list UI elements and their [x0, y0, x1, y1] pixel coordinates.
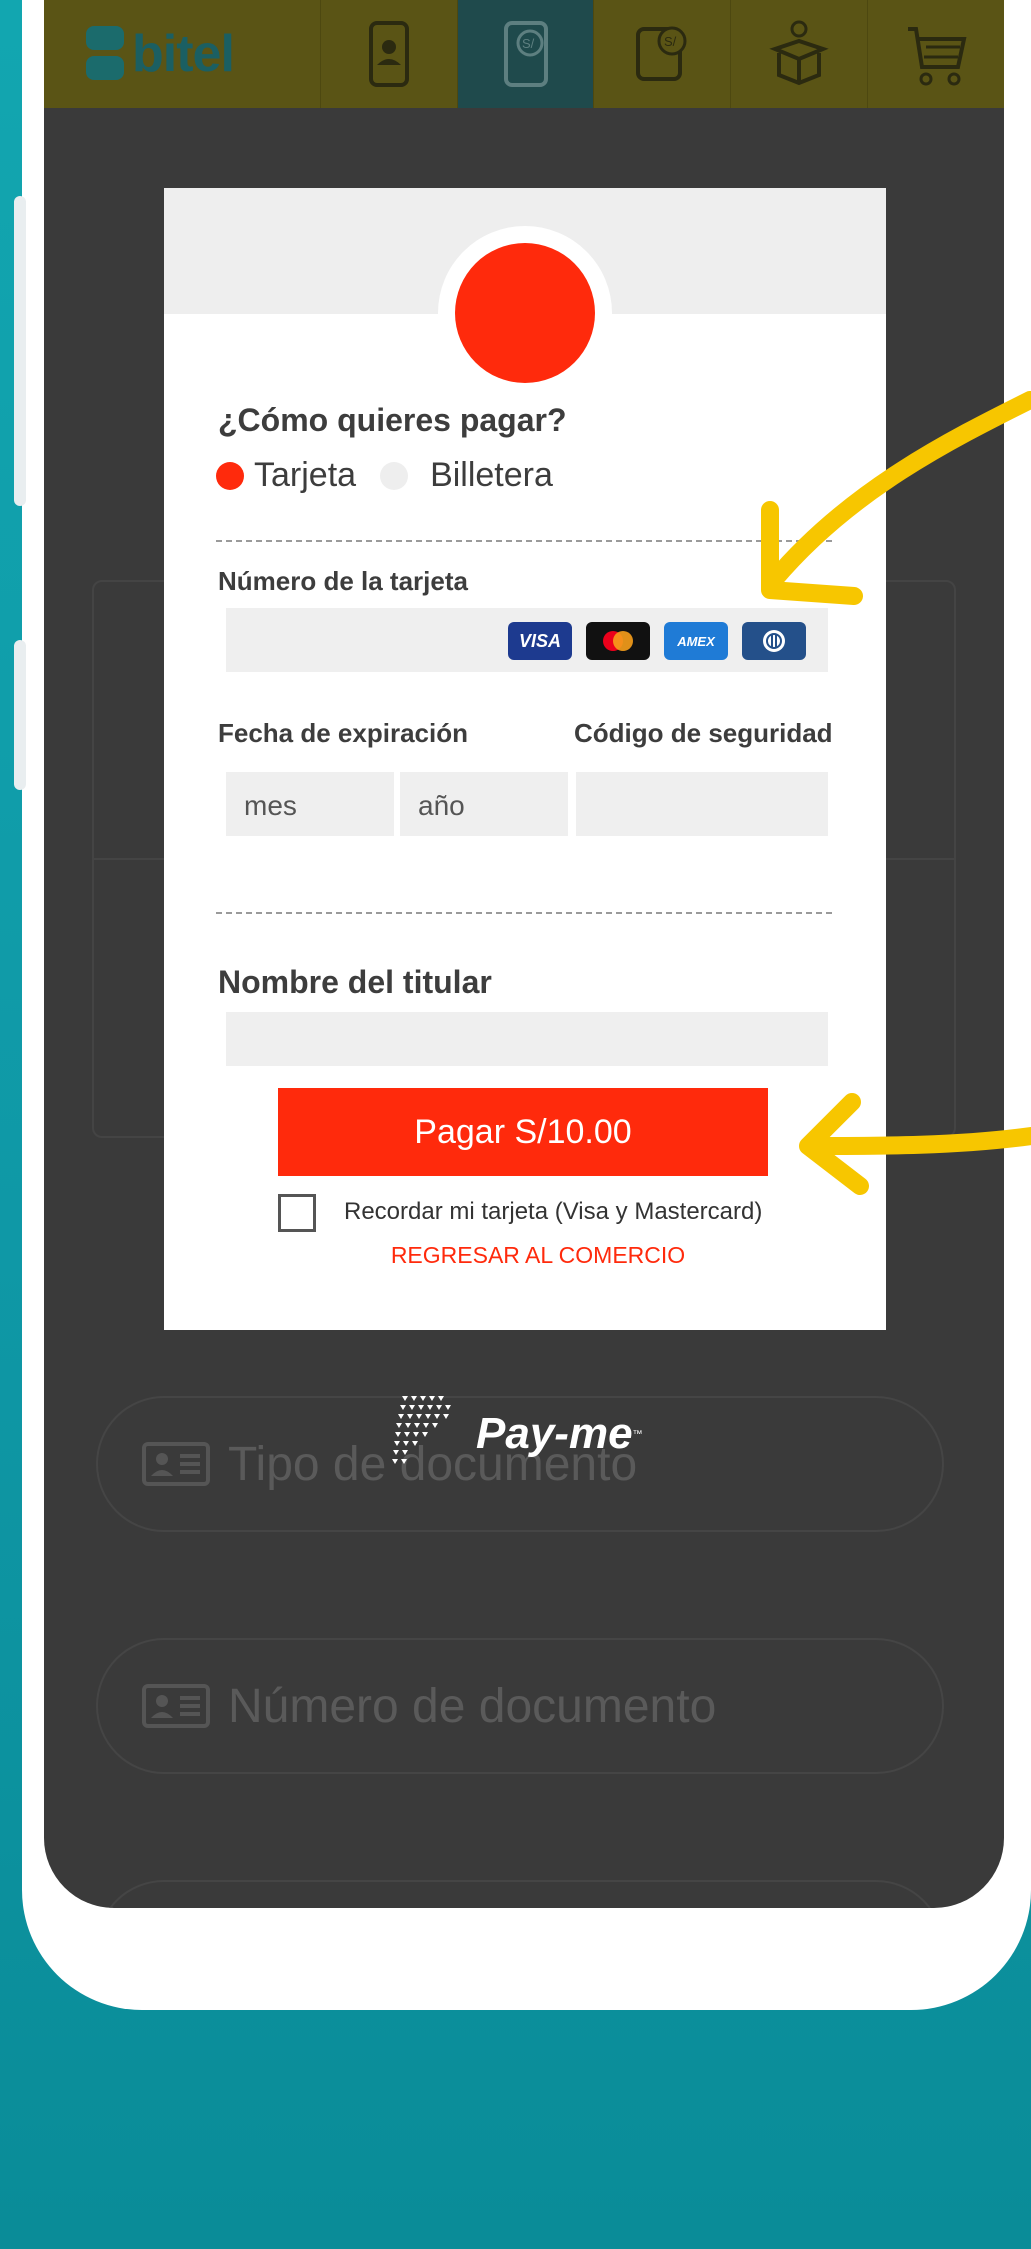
mastercard-logo-icon: [586, 622, 650, 660]
nav-tab-shopping-cart[interactable]: [867, 0, 1004, 108]
payment-method-group: Tarjeta Billetera: [216, 456, 577, 495]
nav-tab-tablet-soles[interactable]: S/: [593, 0, 730, 108]
nav-tab-phone-soles[interactable]: S/: [456, 0, 594, 108]
payme-trademark: ™: [632, 1428, 643, 1440]
remember-card-label[interactable]: Recordar mi tarjeta (Visa y Mastercard): [344, 1198, 762, 1226]
pay-button[interactable]: Pagar S/10.00: [278, 1088, 768, 1176]
merchant-logo-dot-icon: [455, 243, 595, 383]
payment-question: ¿Cómo quieres pagar?: [218, 402, 567, 438]
payme-branding: Pay-me ™: [392, 1392, 643, 1476]
svg-text:S/: S/: [522, 36, 535, 51]
radio-billetera-label[interactable]: Billetera: [430, 456, 553, 495]
nav-tab-phone-user[interactable]: [319, 0, 457, 108]
document-number-input[interactable]: Número de documento: [96, 1638, 944, 1774]
arrow-pointing-card-logos-icon: [761, 391, 1031, 605]
section-divider: [216, 912, 832, 914]
card-number-label: Número de la tarjeta: [218, 566, 468, 596]
back-to-merchant-link[interactable]: REGRESAR AL COMERCIO: [164, 1242, 886, 1269]
amex-logo-icon: AMEX: [664, 622, 728, 660]
svg-text:S/: S/: [664, 34, 677, 49]
payment-modal: ¿Cómo quieres pagar? Tarjeta Billetera N…: [164, 188, 886, 1330]
diners-logo-icon: [742, 622, 806, 660]
brand-name: bitel: [132, 25, 235, 83]
document-number-placeholder: Número de documento: [228, 1679, 717, 1733]
expiry-year-input[interactable]: año: [400, 772, 568, 836]
security-code-label: Código de seguridad: [574, 718, 833, 748]
radio-tarjeta-label[interactable]: Tarjeta: [254, 456, 356, 495]
visa-logo-icon: VISA: [508, 622, 572, 660]
nav-tab-gift-box[interactable]: [730, 0, 867, 108]
payme-logo-icon: [392, 1396, 451, 1464]
shopping-cart-icon: [908, 27, 967, 86]
payme-name: Pay-me: [476, 1409, 633, 1458]
tablet-soles-icon: S/: [636, 26, 687, 81]
holder-name-input[interactable]: [226, 1012, 828, 1066]
phone-side-button: [14, 640, 26, 790]
background-field-partial: [96, 1880, 944, 1908]
merchant-logo: [438, 226, 612, 400]
phone-soles-icon: S/: [503, 21, 548, 87]
year-placeholder: año: [418, 790, 465, 821]
radio-billetera[interactable]: [380, 461, 409, 490]
id-card-icon: [142, 1684, 210, 1728]
radio-tarjeta[interactable]: [216, 461, 244, 490]
expiry-month-input[interactable]: mes: [226, 772, 394, 836]
brand-logo[interactable]: bitel: [44, 0, 320, 108]
arrow-pointing-pay-button-icon: [799, 1093, 1031, 1195]
gift-box-icon: [769, 20, 829, 86]
phone-user-icon: [368, 21, 409, 87]
holder-name-label: Nombre del titular: [218, 964, 492, 1000]
month-placeholder: mes: [244, 790, 297, 821]
id-card-icon: [142, 1442, 210, 1486]
bitel-logo-mark-icon: [86, 26, 126, 82]
security-code-input[interactable]: [576, 772, 828, 836]
remember-card-checkbox[interactable]: [278, 1194, 316, 1232]
top-navigation-bar: bitel S/ S/: [44, 0, 1004, 108]
phone-side-button: [14, 196, 26, 506]
expiry-label: Fecha de expiración: [218, 718, 468, 748]
